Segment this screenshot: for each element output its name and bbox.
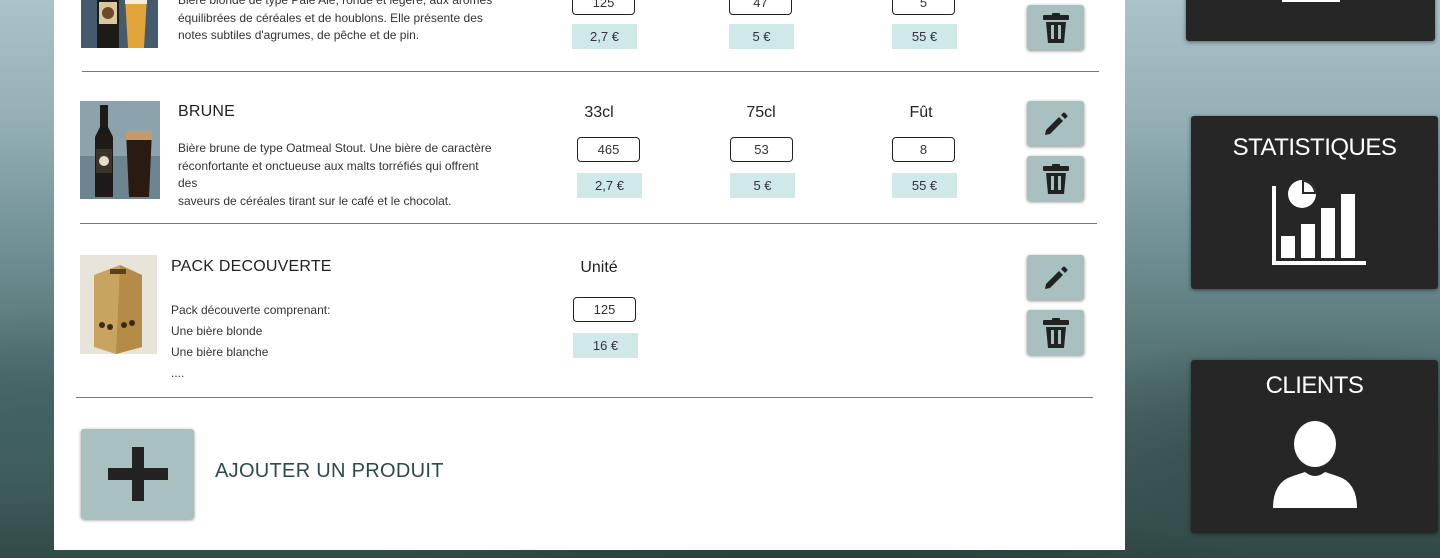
price-brune-75cl: 5 € xyxy=(730,173,795,198)
stock-input-pack-unite[interactable] xyxy=(573,297,636,322)
stock-input-brune-fut[interactable] xyxy=(892,137,955,162)
price-pack-unite: 16 € xyxy=(573,333,638,358)
edit-button-pack[interactable] xyxy=(1027,255,1084,300)
description-line: équilibrées de céréales et de houblons. … xyxy=(178,10,483,25)
product-image-brune xyxy=(80,101,160,199)
box-icon xyxy=(1282,0,1340,2)
edit-button-brune[interactable] xyxy=(1027,101,1084,146)
format-label-brune-33cl: 33cl xyxy=(584,104,614,121)
user-icon xyxy=(1273,421,1357,508)
add-product-label[interactable]: AJOUTER UN PRODUIT xyxy=(215,460,444,483)
format-label-pack-unite: Unité xyxy=(580,259,618,276)
product-image-blonde xyxy=(81,0,158,48)
product-name-pack: PACK DECOUVERTE xyxy=(171,258,332,275)
description-line: notes subtiles d'agrumes, de pêche et de… xyxy=(178,28,420,42)
nav-tile-statistiques[interactable]: STATISTIQUES xyxy=(1191,116,1438,289)
nav-tile-products[interactable] xyxy=(1186,0,1435,41)
description-line: Pack découverte comprenant: xyxy=(171,303,331,317)
description-line: saveurs de céréales tirant sur le café e… xyxy=(178,193,452,208)
description-line: Une bière blanche xyxy=(171,345,269,359)
nav-tile-title: CLIENTS xyxy=(1265,372,1364,399)
row-separator xyxy=(76,397,1093,398)
row-separator xyxy=(82,71,1099,72)
pencil-icon xyxy=(1044,112,1067,135)
delete-button-pack[interactable] xyxy=(1027,310,1084,355)
trash-icon xyxy=(1042,163,1069,194)
product-description-brune: Bière brune de type Oatmeal Stout. Une b… xyxy=(178,140,498,210)
description-line: .... xyxy=(171,366,185,380)
description-line: Bière brune de type Oatmeal Stout. Une b… xyxy=(178,141,492,155)
nav-tile-clients[interactable]: CLIENTS xyxy=(1191,360,1438,533)
trash-icon xyxy=(1042,317,1069,348)
stock-input-blonde-fut[interactable] xyxy=(892,0,955,15)
format-label-brune-fut: Fût xyxy=(909,104,933,121)
stock-input-blonde-33cl[interactable] xyxy=(572,0,635,15)
pencil-icon xyxy=(1044,266,1067,289)
stock-input-brune-75cl[interactable] xyxy=(730,137,793,162)
description-line: Bière blonde de type Pale Ale, ronde et … xyxy=(178,0,493,7)
price-blonde-fut: 55 € xyxy=(892,24,957,49)
nav-tile-title: STATISTIQUES xyxy=(1232,134,1397,161)
delete-button-blonde[interactable] xyxy=(1027,5,1084,50)
product-name-brune: BRUNE xyxy=(178,103,236,120)
add-product-button[interactable] xyxy=(81,429,194,519)
product-description-blonde: Bière blonde de type Pale Ale, ronde et … xyxy=(178,0,498,45)
row-separator xyxy=(80,223,1097,224)
stock-input-blonde-75cl[interactable] xyxy=(729,0,792,15)
product-list-panel: Bière blonde de type Pale Ale, ronde et … xyxy=(54,0,1125,550)
price-brune-fut: 55 € xyxy=(892,173,957,198)
stock-input-brune-33cl[interactable] xyxy=(577,137,640,162)
product-description-pack: Pack découverte comprenant: Une bière bl… xyxy=(171,300,491,384)
delete-button-brune[interactable] xyxy=(1027,156,1084,201)
trash-icon xyxy=(1042,12,1069,43)
price-blonde-75cl: 5 € xyxy=(729,24,794,49)
description-line: réconfortante et onctueuse aux malts tor… xyxy=(178,158,479,191)
price-blonde-33cl: 2,7 € xyxy=(572,24,637,49)
plus-icon xyxy=(107,447,168,501)
stats-chart-icon xyxy=(1272,180,1366,265)
description-line: Une bière blonde xyxy=(171,324,263,338)
format-label-brune-75cl: 75cl xyxy=(746,104,776,121)
price-brune-33cl: 2,7 € xyxy=(577,173,642,198)
product-image-pack xyxy=(80,255,157,354)
